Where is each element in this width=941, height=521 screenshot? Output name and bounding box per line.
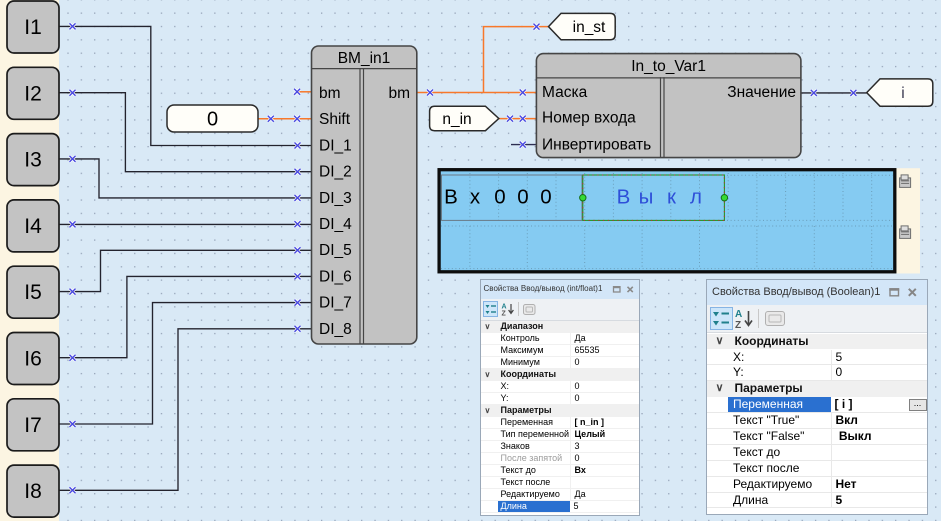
svg-text:Маска: Маска — [542, 84, 588, 101]
svg-text:0: 0 — [207, 109, 218, 131]
svg-text:I6: I6 — [24, 348, 42, 371]
svg-text:BM_in1: BM_in1 — [338, 50, 391, 67]
svg-text:I8: I8 — [24, 480, 42, 503]
svg-text:DI_4: DI_4 — [319, 216, 352, 233]
svg-text:Z: Z — [501, 311, 506, 318]
svg-text:I5: I5 — [24, 281, 42, 304]
svg-text:0: 0 — [540, 186, 551, 209]
svg-text:I7: I7 — [24, 414, 42, 437]
svg-text:0: 0 — [517, 186, 528, 209]
svg-text:In_to_Var1: In_to_Var1 — [631, 58, 706, 75]
svg-text:В: В — [444, 186, 458, 209]
svg-text:к: к — [667, 186, 677, 209]
svg-text:bm: bm — [388, 85, 410, 102]
svg-text:Shift: Shift — [319, 111, 351, 128]
svg-text:DI_8: DI_8 — [319, 321, 352, 338]
svg-text:Значение: Значение — [727, 84, 796, 101]
svg-text:DI_7: DI_7 — [319, 295, 352, 312]
svg-text:n_in: n_in — [442, 111, 471, 128]
svg-text:DI_6: DI_6 — [319, 268, 352, 285]
svg-text:i: i — [901, 85, 904, 102]
svg-text:Номер входа: Номер входа — [542, 110, 636, 127]
svg-text:DI_1: DI_1 — [319, 137, 352, 154]
svg-text:ы: ы — [639, 186, 654, 209]
svg-text:bm: bm — [319, 85, 341, 102]
svg-text:in_st: in_st — [573, 19, 606, 36]
svg-text:х: х — [470, 186, 481, 209]
svg-text:DI_2: DI_2 — [319, 164, 352, 181]
svg-text:Инвертировать: Инвертировать — [542, 136, 651, 153]
svg-text:DI_3: DI_3 — [319, 190, 352, 207]
svg-text:л: л — [690, 186, 702, 209]
svg-text:I3: I3 — [24, 149, 42, 172]
svg-text:Z: Z — [735, 320, 741, 331]
svg-text:I2: I2 — [24, 82, 42, 105]
svg-text:DI_5: DI_5 — [319, 242, 352, 259]
svg-text:A: A — [735, 309, 742, 320]
svg-text:A: A — [501, 304, 506, 311]
svg-text:0: 0 — [494, 186, 505, 209]
svg-text:I4: I4 — [24, 215, 42, 238]
svg-text:I1: I1 — [24, 16, 42, 39]
svg-text:В: В — [617, 186, 631, 209]
